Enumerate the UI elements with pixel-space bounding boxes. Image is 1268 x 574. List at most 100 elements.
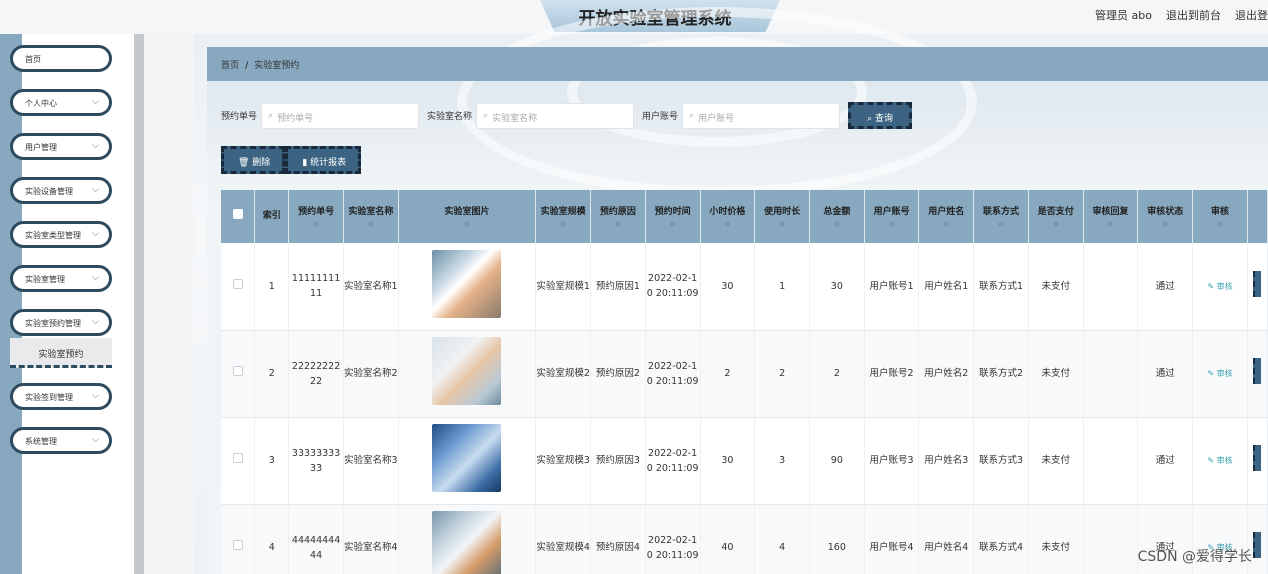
sidebar-subitem-lab-booking[interactable]: 实验室预约 [10, 338, 112, 368]
column-header[interactable]: 用户账号 ⬦ [864, 190, 920, 243]
sidebar-item[interactable]: 用户管理 ⌵ [10, 133, 112, 160]
sidebar-item-label: 实验室管理 [25, 275, 65, 284]
table-row[interactable]: 3 3333333333 实验室名称3 实验室规模3 预约原因3 2022-02-10 2… [221, 417, 1268, 505]
column-header[interactable]: 小时价格 ⬦ [700, 190, 756, 243]
audit-link[interactable]: ✎ 审核 [1207, 456, 1232, 465]
table-row[interactable]: 1 1111111111 实验室名称1 实验室规模1 预约原因1 2022-02-10 2… [221, 243, 1268, 331]
search-bar: 预约单号 ⌕ 预约单号 实验室名称 ⌕ 实验室名称 用户账号 ⌕ 用户账号 ⌕ 查询 [221, 102, 913, 129]
lab-name-input[interactable]: ⌕ 实验室名称 [476, 102, 635, 129]
audit-link[interactable]: ✎ 审核 [1207, 282, 1232, 291]
cell-price: 30 [700, 417, 756, 505]
column-header[interactable]: 预约原因 ⬦ [590, 190, 646, 243]
row-checkbox[interactable] [232, 278, 243, 289]
row-select-cell[interactable] [221, 243, 256, 331]
sidebar-item[interactable]: 实验设备管理 ⌵ [10, 177, 112, 204]
column-header[interactable]: 实验室图片 ⬦ [398, 190, 537, 243]
row-action-button[interactable] [1253, 445, 1262, 471]
column-header[interactable]: 总金额 ⬦ [809, 190, 865, 243]
cell-contact: 联系方式2 [973, 330, 1029, 418]
sort-icon[interactable]: ⬦ [1029, 220, 1083, 228]
cell-scale: 实验室规模1 [535, 243, 592, 331]
sort-icon[interactable]: ⬦ [701, 220, 755, 228]
sidebar-item[interactable]: 首页 [10, 45, 112, 72]
cell-paid: 未支付 [1028, 330, 1084, 418]
select-all-cell[interactable] [221, 190, 256, 243]
lab-image[interactable] [432, 249, 502, 318]
header-actions: 管理员 abo 退出到前台 退出登 [1095, 7, 1268, 23]
column-header[interactable]: 是否支付 ⬦ [1028, 190, 1084, 243]
sidebar-item[interactable]: 实验室类型管理 ⌵ [10, 221, 112, 248]
sort-icon[interactable]: ⬦ [865, 220, 919, 228]
column-header[interactable]: 预约时间 ⬦ [645, 190, 701, 243]
report-button[interactable]: ▮ 统计报表 [285, 146, 362, 174]
row-select-cell[interactable] [221, 504, 256, 574]
table-row[interactable]: 4 4444444444 实验室名称4 实验室规模4 预约原因4 2022-02-10 2… [221, 504, 1268, 574]
row-select-cell[interactable] [221, 417, 256, 505]
sort-icon[interactable]: ⬦ [344, 220, 398, 228]
cell-lab-name: 实验室名称1 [343, 243, 399, 331]
sort-icon[interactable]: ⬦ [1193, 220, 1247, 228]
chevron-down-icon: ⌵ [92, 391, 99, 401]
action-buttons: 🗑 删除 ▮ 统计报表 [221, 146, 362, 174]
cell-account: 用户账号2 [864, 330, 920, 418]
lab-image[interactable] [432, 337, 502, 405]
query-button[interactable]: ⌕ 查询 [848, 102, 913, 129]
lab-image[interactable] [432, 511, 502, 574]
column-header[interactable]: 预约单号 ⬦ [288, 190, 344, 243]
sidebar-item-label: 个人中心 [25, 99, 57, 108]
sort-icon[interactable]: ⬦ [591, 220, 645, 228]
delete-button[interactable]: 🗑 删除 [221, 146, 286, 174]
sort-icon[interactable]: ⬦ [536, 220, 590, 228]
sidebar-item[interactable]: 实验室预约管理 ⌵ [10, 309, 112, 336]
column-header-label: 审核状态 [1147, 207, 1184, 217]
lab-image[interactable] [432, 424, 502, 492]
column-header[interactable]: 审核 ⬦ [1192, 190, 1248, 243]
cell-account: 用户账号3 [864, 417, 920, 505]
logout-link[interactable]: 退出登 [1235, 7, 1268, 23]
row-checkbox[interactable] [232, 366, 243, 376]
column-header[interactable]: 实验室规模 ⬦ [535, 190, 592, 243]
column-header[interactable]: 使用时长 ⬦ [754, 190, 810, 243]
sort-icon[interactable]: ⬦ [919, 220, 973, 228]
sidebar-item[interactable]: 个人中心 ⌵ [10, 89, 112, 116]
account-input[interactable]: ⌕ 用户账号 [682, 102, 841, 129]
column-header[interactable]: 审核回复 ⬦ [1083, 190, 1139, 243]
breadcrumb-home[interactable]: 首页 [221, 61, 239, 71]
sort-icon[interactable]: ⬦ [810, 220, 864, 228]
cell-paid: 未支付 [1028, 417, 1084, 505]
cell-paid: 未支付 [1028, 243, 1084, 331]
row-checkbox[interactable] [232, 453, 243, 463]
column-header-label: 使用时长 [764, 207, 801, 217]
sort-icon[interactable]: ⬦ [1084, 220, 1138, 228]
sort-icon[interactable]: ⬦ [974, 220, 1028, 228]
table-row[interactable]: 2 2222222222 实验室名称2 实验室规模2 预约原因2 2022-02-10 2… [221, 330, 1268, 418]
sort-icon[interactable]: ⬦ [399, 220, 536, 228]
sort-icon[interactable]: ⬦ [1138, 220, 1192, 228]
row-checkbox[interactable] [232, 540, 243, 550]
sidebar-item[interactable]: 实验室管理 ⌵ [10, 265, 112, 292]
breadcrumb-separator: / [245, 61, 249, 71]
cell-time: 2022-02-10 20:11:09 [645, 417, 701, 505]
sort-icon[interactable]: ⬦ [755, 220, 809, 228]
cell-contact: 联系方式4 [973, 504, 1029, 574]
row-action-button[interactable] [1253, 270, 1262, 297]
column-header[interactable]: 用户姓名 ⬦ [918, 190, 975, 243]
back-to-front-link[interactable]: 退出到前台 [1166, 7, 1221, 23]
row-action-button[interactable] [1253, 532, 1262, 558]
order-no-input[interactable]: ⌕ 预约单号 [261, 102, 420, 129]
bar-chart-icon: ▮ [302, 158, 311, 168]
row-action-button[interactable] [1253, 358, 1262, 384]
select-all-checkbox[interactable] [232, 208, 243, 219]
column-header[interactable]: 索引 [254, 190, 290, 243]
cell-contact: 联系方式1 [973, 243, 1029, 331]
column-header[interactable]: 审核状态 ⬦ [1137, 190, 1194, 243]
sort-icon[interactable]: ⬦ [289, 220, 343, 228]
audit-link[interactable]: ✎ 审核 [1207, 369, 1232, 378]
sidebar-item[interactable]: 实验签到管理 ⌵ [10, 383, 112, 410]
sort-icon[interactable]: ⬦ [646, 220, 700, 228]
chevron-down-icon: ⌵ [92, 185, 99, 195]
column-header[interactable]: 实验室名称 ⬦ [343, 190, 399, 243]
sidebar-item[interactable]: 系统管理 ⌵ [10, 427, 112, 454]
row-select-cell[interactable] [221, 330, 256, 418]
column-header[interactable]: 联系方式 ⬦ [973, 190, 1029, 243]
